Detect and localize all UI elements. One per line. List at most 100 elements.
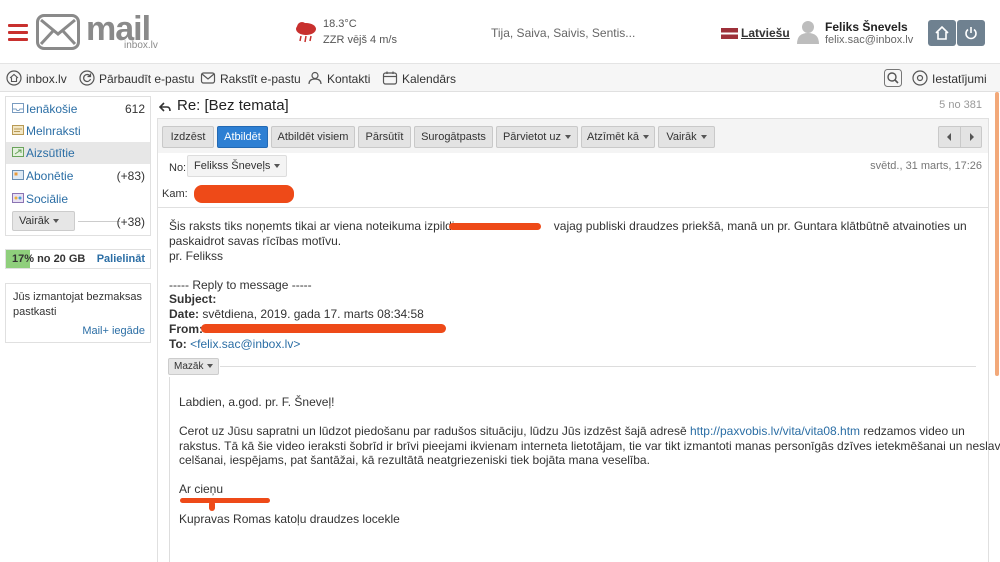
message-subject: Re: [Bez temata] [177, 97, 289, 114]
nav-compose[interactable]: Rakstīt e-pastu [200, 70, 301, 86]
sidebar-item-inbox[interactable]: Ienākošie 612 [6, 98, 150, 120]
more-actions-label: Vairāk [666, 131, 697, 143]
namedays-text[interactable]: Tija, Saiva, Saivis, Sentis... [491, 26, 635, 40]
message-counter: 5 no 381 [939, 99, 982, 111]
sidebar-item-label: Abonētie [26, 169, 74, 183]
quoted-closing: Ar cieņu [179, 482, 224, 496]
social-folder-icon [12, 193, 24, 203]
previous-message-button[interactable] [939, 127, 960, 147]
chevron-right-icon [970, 133, 974, 141]
quoted-paragraph-cont: redzamos video un [863, 424, 965, 438]
sidebar-item-label: Ienākošie [26, 102, 78, 116]
body-line-1: Šis raksts tiks noņemts tikai ar viena n… [169, 219, 967, 233]
quoted-greeting: Labdien, a.god. pr. F. Šneveļ! [179, 395, 335, 409]
quoted-video-link[interactable]: http://paxvobis.lv/vita/vita08.htm [690, 424, 860, 438]
chevron-down-icon [207, 364, 214, 368]
message-date: svētd., 31 marts, 17:26 [870, 160, 982, 172]
sidebar-item-count: 612 [124, 102, 145, 116]
user-name: Feliks Šnevels [825, 20, 908, 34]
home-icon [6, 70, 22, 86]
menu-icon[interactable] [8, 24, 28, 41]
from-sender-chip[interactable]: Felikss Šneveļs [187, 155, 288, 177]
sidebar-item-count: (+83) [116, 169, 145, 183]
quoted-paragraph-start: Cerot uz Jūsu sapratni un lūdzot piedoša… [179, 424, 687, 438]
quoted-to-label: To: [169, 337, 187, 351]
home-button[interactable] [928, 20, 956, 46]
scrollbar[interactable] [995, 92, 999, 376]
app-header: mail inbox.lv 18.3°C ZZR vējš 4 m/s Tija… [0, 0, 1000, 64]
redaction-mark [201, 324, 446, 333]
nav-inbox-lv[interactable]: inbox.lv [6, 70, 67, 86]
nav-calendar[interactable]: Kalendārs [382, 70, 456, 86]
quoted-to: To: <felix.sac@inbox.lv> [169, 337, 300, 351]
nav-settings-label: Iestatījumi [932, 72, 987, 86]
quoted-from-label: From: [169, 322, 203, 336]
nav-contacts-label: Kontakti [327, 72, 371, 86]
nav-check-mail-label: Pārbaudīt e-pastu [99, 72, 195, 86]
nav-settings[interactable]: Iestatījumi [912, 70, 987, 86]
home-icon [935, 26, 949, 40]
weather-wind: ZZR vējš 4 m/s [323, 34, 397, 46]
quoted-paragraph-line-3: celšanai, iespējams, pat šantāžai, kā re… [179, 453, 650, 467]
quoted-date: Date: svētdiena, 2019. gada 17. marts 08… [169, 307, 424, 321]
reply-button[interactable]: Atbildēt [217, 126, 268, 148]
quoted-to-link[interactable]: <felix.sac@inbox.lv> [190, 337, 300, 351]
chevron-down-icon [274, 164, 281, 168]
message-toolbar: Izdzēst Atbildēt Atbildēt visiem Pārsūtī… [158, 119, 988, 153]
storage-text: 17% no 20 GB [12, 253, 86, 265]
nav-inbox-lv-label: inbox.lv [26, 72, 67, 86]
inbox-folder-icon [12, 103, 24, 113]
mark-as-button[interactable]: Atzīmēt kā [581, 126, 655, 148]
power-icon [965, 27, 977, 40]
logout-button[interactable] [957, 20, 985, 46]
delete-button[interactable]: Izdzēst [162, 126, 214, 148]
sidebar-item-subscriptions[interactable]: Abonētie (+83) [6, 165, 150, 187]
sidebar-item-social[interactable]: Sociālie [6, 188, 150, 210]
more-folders-button[interactable]: Vairāk [12, 211, 75, 231]
message-pager [938, 126, 982, 148]
divider [158, 207, 988, 208]
body-line-1-start: Šis raksts tiks noņemts tikai ar viena n… [169, 219, 462, 233]
spam-button[interactable]: Surogātpasts [414, 126, 493, 148]
sent-folder-icon [12, 147, 24, 157]
quote-border [169, 377, 170, 562]
next-message-button[interactable] [961, 127, 982, 147]
user-email: felix.sac@inbox.lv [825, 34, 914, 46]
calendar-icon [382, 71, 398, 85]
sidebar-item-sent[interactable]: Aizsūtītie [6, 142, 150, 164]
nav-check-mail[interactable]: Pārbaudīt e-pastu [79, 70, 194, 86]
gear-icon [912, 70, 928, 86]
subscriptions-folder-icon [12, 170, 24, 180]
more-actions-button[interactable]: Vairāk [658, 126, 715, 148]
language-label[interactable]: Latviešu [741, 26, 790, 40]
mark-as-label: Atzīmēt kā [587, 131, 639, 143]
increase-storage-link[interactable]: Palielināt [97, 253, 145, 265]
sidebar-item-label: Melnraksti [26, 124, 81, 138]
redaction-mark [180, 498, 270, 503]
mail-plus-link[interactable]: Mail+ iegāde [82, 325, 145, 337]
collapse-quote-button[interactable]: Mazāk [168, 358, 220, 375]
nav-contacts[interactable]: Kontakti [307, 70, 370, 86]
promo-text: Jūs izmantojat bezmaksas pastkasti [13, 291, 142, 318]
top-navigation: inbox.lv Pārbaudīt e-pastu Rakstīt e-pas… [0, 64, 1000, 92]
divider [220, 366, 976, 367]
move-to-label: Pārvietot uz [502, 131, 562, 143]
chevron-down-icon [53, 219, 60, 223]
reply-all-button[interactable]: Atbildēt visiem [271, 126, 355, 148]
forward-button[interactable]: Pārsūtīt [358, 126, 411, 148]
quoted-signature: Kupravas Romas katoļu draudzes locekle [179, 512, 400, 526]
drafts-folder-icon [12, 125, 24, 135]
search-icon[interactable] [884, 69, 902, 90]
body-line-2: paskaidrot savas rīcības motīvu. [169, 234, 342, 248]
nav-compose-label: Rakstīt e-pastu [220, 72, 301, 86]
chevron-down-icon [565, 135, 572, 139]
move-to-button[interactable]: Pārvietot uz [496, 126, 578, 148]
reply-arrow-icon[interactable] [159, 101, 171, 113]
weather-temperature: 18.3°C [323, 18, 357, 30]
envelope-logo-icon [36, 14, 80, 50]
redaction-mark [449, 223, 541, 230]
mail-logo[interactable]: mail inbox.lv [36, 10, 158, 54]
body-signature: pr. Felikss [169, 249, 224, 263]
sidebar-item-drafts[interactable]: Melnraksti [6, 120, 150, 142]
collapse-quote-label: Mazāk [174, 361, 204, 372]
